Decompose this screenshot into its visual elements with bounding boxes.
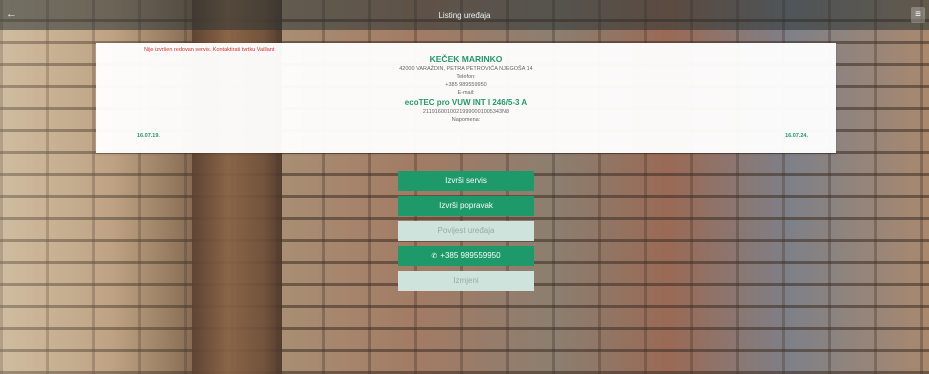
warranty-date: 16.07.24. [785, 133, 808, 139]
call-button-label: +385 989559950 [440, 251, 501, 260]
action-buttons: Izvrši servis Izvrši popravak Povijest u… [398, 171, 534, 296]
customer-name: KEČEK MARINKO [429, 54, 503, 64]
phone-value: +385 989559950 [445, 82, 487, 88]
serial-number: 21191600100219990001005343N8 [422, 109, 510, 115]
hamburger-menu-icon[interactable]: ≡ [911, 7, 925, 23]
repair-button[interactable]: Izvrši popravak [398, 196, 534, 216]
note-label: Napomena: [451, 117, 481, 123]
device-card: Nije izvršen redovan servis. Kontaktirat… [96, 43, 836, 153]
edit-button[interactable]: Izmjeni [398, 271, 534, 291]
page-title: Listing uređaja [438, 11, 491, 20]
history-button[interactable]: Povijest uređaja [398, 221, 534, 241]
customer-address: 42000 VARAŽDIN, PETRA PETROVIĆA NJEGOŠA … [399, 66, 533, 72]
service-button[interactable]: Izvrši servis [398, 171, 534, 191]
phone-icon: ✆ [431, 253, 438, 260]
call-button[interactable]: ✆ +385 989559950 [398, 246, 534, 266]
service-warning: Nije izvršen redovan servis. Kontaktirat… [144, 47, 275, 53]
email-label: E-mail: [457, 90, 475, 96]
device-details: KEČEK MARINKO 42000 VARAŽDIN, PETRA PETR… [96, 54, 836, 124]
install-date: 16.07.19. [137, 133, 160, 139]
device-model: ecoTEC pro VUW INT I 246/5-3 A [404, 98, 528, 107]
top-bar: ← Listing uređaja ≡ [0, 0, 929, 30]
phone-label: Telefon: [456, 74, 476, 80]
